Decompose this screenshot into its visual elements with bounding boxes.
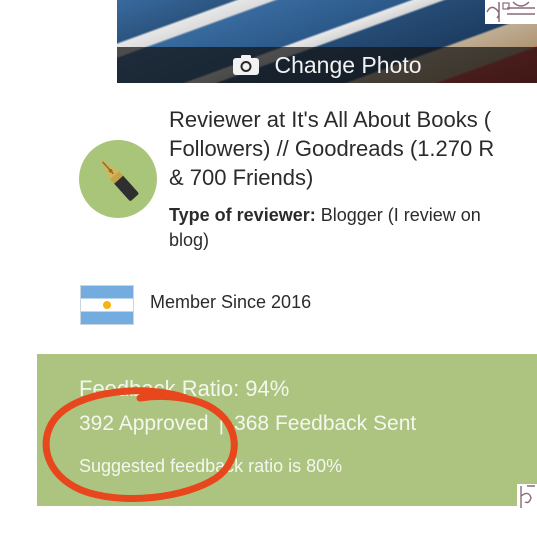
reviewer-type: Type of reviewer: Blogger (I review on b…	[169, 203, 537, 253]
flag-sun	[103, 301, 111, 309]
change-photo-button[interactable]: Change Photo	[117, 47, 537, 83]
feedback-stats: 392 Approved | 368 Feedback Sent	[79, 412, 416, 436]
approved-count: 392 Approved	[79, 412, 209, 435]
feedback-sent-count: 368 Feedback Sent	[234, 412, 417, 435]
reviewer-type-value-cont: blog)	[169, 230, 210, 250]
reviewer-type-value: Blogger (I review on	[320, 205, 481, 225]
reviewer-avatar	[79, 140, 157, 218]
change-photo-label: Change Photo	[274, 51, 422, 78]
reviewer-description: Reviewer at It's All About Books ( Follo…	[169, 105, 537, 192]
member-since: Member Since 2016	[150, 292, 312, 312]
feedback-ratio: Feedback Ratio: 94%	[79, 376, 290, 401]
fountain-pen-icon	[99, 158, 139, 201]
argentina-flag-icon	[80, 285, 134, 325]
camera-icon	[233, 55, 260, 75]
corner-ornament-icon	[485, 0, 537, 24]
profile-photo: Change Photo	[117, 0, 537, 83]
reviewer-line: & 700 Friends)	[169, 165, 314, 190]
reviewer-line: Followers) // Goodreads (1.270 R	[169, 136, 495, 161]
reviewer-type-label: Type of reviewer:	[169, 205, 316, 225]
suggested-ratio: Suggested feedback ratio is 80%	[79, 456, 343, 476]
corner-ornament-icon	[517, 484, 537, 510]
reviewer-line: Reviewer at It's All About Books (	[169, 107, 492, 132]
feedback-panel: Feedback Ratio: 94% 392 Approved | 368 Fee…	[37, 354, 537, 506]
stats-separator: |	[218, 412, 225, 435]
